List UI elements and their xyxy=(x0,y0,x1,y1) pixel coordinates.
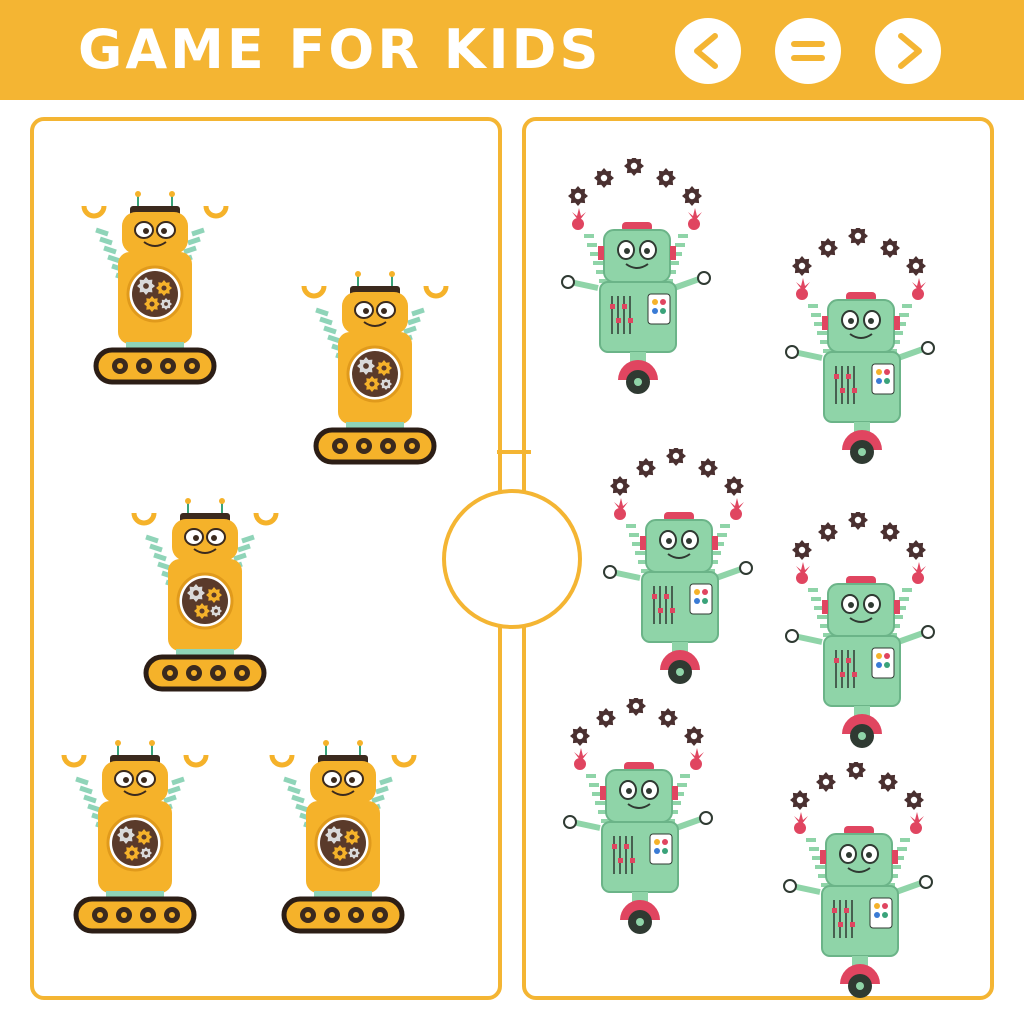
green-robot[interactable] xyxy=(556,156,726,412)
header-bar: GAME FOR KIDS xyxy=(0,0,1024,100)
answer-circle[interactable] xyxy=(442,489,582,629)
green-robot[interactable] xyxy=(778,760,948,1016)
green-robot-illustration xyxy=(785,226,935,464)
chevron-left-icon xyxy=(694,33,718,69)
yellow-robot-illustration xyxy=(81,191,229,385)
green-robot[interactable] xyxy=(598,446,768,702)
yellow-robot-illustration xyxy=(301,271,449,465)
yellow-robot[interactable] xyxy=(290,268,460,472)
yellow-robot[interactable] xyxy=(258,737,428,941)
green-robot-illustration xyxy=(561,156,711,394)
chevron-right-icon xyxy=(898,33,922,69)
yellow-robot[interactable] xyxy=(120,495,290,699)
equals-button[interactable] xyxy=(775,18,841,84)
yellow-robot[interactable] xyxy=(50,737,220,941)
green-robot-illustration xyxy=(785,510,935,748)
green-robot-illustration xyxy=(783,760,933,998)
yellow-robot-illustration xyxy=(61,740,209,934)
yellow-robot-illustration xyxy=(269,740,417,934)
yellow-robot[interactable] xyxy=(70,188,240,392)
green-robot[interactable] xyxy=(558,696,728,952)
green-robot-illustration xyxy=(603,446,753,684)
green-robot-illustration xyxy=(563,696,713,934)
green-robot[interactable] xyxy=(780,510,950,766)
previous-button[interactable] xyxy=(675,18,741,84)
page-title: GAME FOR KIDS xyxy=(78,18,602,81)
next-button[interactable] xyxy=(875,18,941,84)
green-robot[interactable] xyxy=(780,226,950,482)
yellow-robot-illustration xyxy=(131,498,279,692)
answer-connector xyxy=(497,450,531,454)
equals-icon xyxy=(791,41,825,61)
